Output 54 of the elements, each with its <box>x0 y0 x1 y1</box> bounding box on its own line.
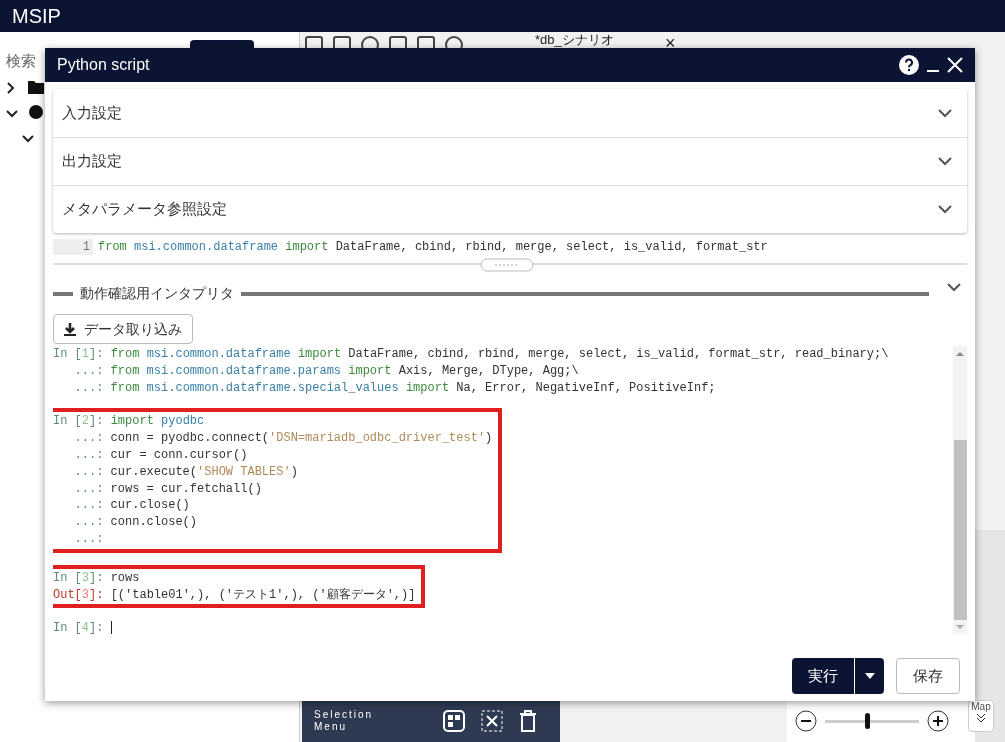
splitter-handle[interactable] <box>480 258 534 272</box>
code-line: In [4]: <box>53 620 112 634</box>
code-line: ...: rows = cur.fetchall() <box>73 480 262 498</box>
search-label: 検索 <box>6 51 36 71</box>
trash-icon[interactable] <box>519 710 538 732</box>
scrollbar-thumb[interactable] <box>953 440 967 620</box>
tab-close-button[interactable]: × <box>665 34 676 52</box>
code-line: ...: conn = pyodbc.connect('DSN=mariadb_odbc_driver_test') <box>73 430 493 447</box>
code-line: In [1]: from msi.common.dataframe import DataFrame, cbind, rbind, merge, select, is_valid, format_str, read_binary;\ <box>53 346 889 363</box>
download-icon <box>64 322 76 336</box>
caret-icon <box>864 673 875 679</box>
app-title: MSIP <box>12 4 61 29</box>
folder-icon <box>28 80 44 94</box>
zoom-in-icon[interactable] <box>927 710 949 732</box>
globe-icon <box>28 104 44 120</box>
code-line: ...: from msi.common.dataframe.special_values import Na, Error, NegativeInf, PositiveInf; <box>73 379 716 397</box>
accordion-header[interactable]: メタパラメータ参照設定 <box>53 185 967 233</box>
code-line: ...: cur.execute('SHOW TABLES') <box>73 463 298 481</box>
code-line: ...: cur.close() <box>73 497 190 515</box>
code-line: In [3]: rows <box>53 569 140 587</box>
zoom-out-icon[interactable] <box>795 710 817 732</box>
close-icon[interactable] <box>947 57 963 73</box>
chevron-down-icon <box>947 283 961 292</box>
section-title: 動作確認用インタプリタ <box>79 284 235 303</box>
save-button[interactable]: 保存 <box>896 658 960 694</box>
chevron-down-icon <box>938 157 952 166</box>
deselect-icon[interactable] <box>481 710 504 732</box>
code-line: from msi.common.dataframe import DataFrame, cbind, rbind, merge, select, is_valid, format_str <box>97 239 768 255</box>
run-options-button[interactable] <box>854 658 884 694</box>
slider-thumb[interactable] <box>865 713 871 729</box>
chevron-down-icon[interactable] <box>6 110 18 118</box>
grid-icon[interactable] <box>443 710 466 732</box>
run-button[interactable]: 実行 <box>792 658 854 694</box>
zoom-slider[interactable] <box>825 711 919 731</box>
chevron-down-icon <box>938 108 952 118</box>
code-line: ...: cur = conn.cursor() <box>73 447 248 464</box>
code-line: ...: from msi.common.dataframe.params import Axis, Merge, DType, Agg;\ <box>73 362 579 380</box>
code-line: ...: conn.close() <box>73 514 198 531</box>
accordion-header[interactable]: 出力設定 <box>53 137 967 185</box>
code-line: Out[3]: [('table01',), ('テスト1',), ('顧客データ',)] <box>53 586 416 604</box>
chevron-down-icon <box>938 205 952 214</box>
menu-label: Selection <box>314 709 374 721</box>
dialog-title: Python script <box>57 55 150 75</box>
import-data-button[interactable]: データ取り込み <box>53 314 193 344</box>
tab-label[interactable]: *db_シナリオ <box>535 33 614 47</box>
menu-label: Menu <box>314 721 348 733</box>
line-number: 1 <box>53 239 93 255</box>
double-chevron-down-icon <box>976 713 986 723</box>
code-line: ...: <box>73 530 104 548</box>
chevron-down-icon[interactable] <box>22 135 34 143</box>
map-button[interactable]: Map <box>968 700 994 732</box>
accordion-header[interactable]: 入力設定 <box>53 89 967 137</box>
chevron-right-icon[interactable] <box>7 82 15 94</box>
code-line: In [2]: import pyodbc <box>53 413 205 431</box>
